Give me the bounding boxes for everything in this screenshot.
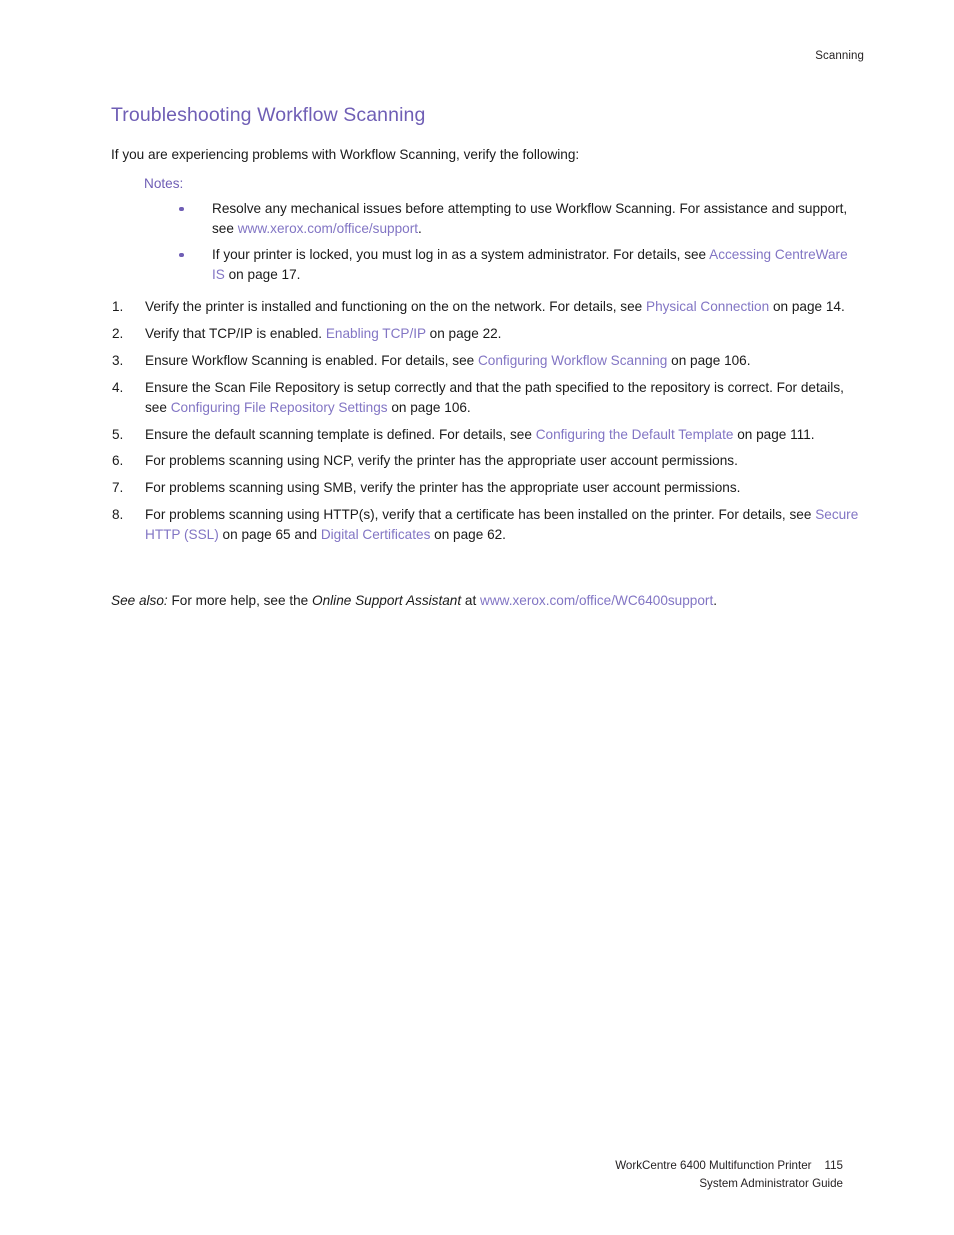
- see-also-paragraph: See also: For more help, see the Online …: [111, 591, 859, 611]
- footer-guide-name: System Administrator Guide: [699, 1177, 843, 1191]
- step-text: For problems scanning using SMB, verify …: [145, 480, 740, 495]
- cross-reference-link[interactable]: www.xerox.com/office/WC6400support: [480, 593, 713, 608]
- body-text: .: [418, 220, 422, 236]
- step-text: Ensure the default scanning template is …: [145, 427, 815, 442]
- document-page: Scanning Troubleshooting Workflow Scanni…: [0, 0, 954, 1235]
- step-number: 5.: [112, 426, 124, 442]
- cross-reference-link[interactable]: Configuring File Repository Settings: [171, 400, 388, 415]
- notes-list: Resolve any mechanical issues before att…: [111, 199, 859, 285]
- cross-reference-link[interactable]: Configuring the Default Template: [536, 427, 734, 442]
- cross-reference-link[interactable]: Digital Certificates: [321, 527, 431, 542]
- step-number: 8.: [112, 507, 124, 523]
- step-text: Ensure Workflow Scanning is enabled. For…: [145, 353, 751, 368]
- body-text: .: [713, 593, 718, 609]
- emphasis-text: See also:: [111, 593, 168, 609]
- emphasis-text: Online Support Assistant: [312, 593, 462, 609]
- body-text: at: [461, 593, 481, 609]
- body-text: on page 106.: [387, 399, 471, 415]
- step-list-item: 1. Verify the printer is installed and fu…: [111, 297, 859, 317]
- cross-reference-link[interactable]: Physical Connection: [646, 299, 769, 314]
- running-header: Scanning: [815, 50, 864, 62]
- body-text: For problems scanning using SMB, verify …: [145, 480, 741, 496]
- step-text: For problems scanning using HTTP(s), ver…: [145, 507, 858, 542]
- troubleshooting-steps-list: 1. Verify the printer is installed and fu…: [111, 297, 859, 546]
- cross-reference-link[interactable]: Configuring Workflow Scanning: [478, 353, 667, 368]
- step-text: Verify that TCP/IP is enabled. Enabling …: [145, 326, 501, 341]
- step-number: 2.: [112, 325, 124, 341]
- body-text: on page 22.: [425, 325, 502, 341]
- body-text: Ensure the default scanning template is …: [145, 426, 536, 442]
- note-text: If your printer is locked, you must log …: [212, 247, 848, 282]
- note-list-item: Resolve any mechanical issues before att…: [111, 199, 859, 239]
- step-list-item: 8. For problems scanning using HTTP(s), v…: [111, 505, 859, 545]
- step-number: 3.: [112, 352, 124, 368]
- step-list-item: 6. For problems scanning using NCP, verif…: [111, 451, 859, 471]
- step-list-item: 4. Ensure the Scan File Repository is set…: [111, 378, 859, 418]
- body-text: For problems scanning using HTTP(s), ver…: [145, 507, 816, 523]
- step-number: 4.: [112, 379, 124, 395]
- step-list-item: 7. For problems scanning using SMB, verif…: [111, 478, 859, 498]
- note-list-item: If your printer is locked, you must log …: [111, 245, 859, 285]
- step-text: Ensure the Scan File Repository is setup…: [145, 380, 844, 415]
- body-text: on page 111.: [733, 426, 815, 442]
- body-text: For problems scanning using NCP, verify …: [145, 453, 738, 469]
- note-text: Resolve any mechanical issues before att…: [212, 201, 847, 236]
- bullet-dot-icon: [179, 252, 184, 258]
- body-text: If your printer is locked, you must log …: [212, 246, 710, 262]
- page-content: Troubleshooting Workflow Scanning If you…: [111, 104, 859, 611]
- body-text: Ensure Workflow Scanning is enabled. For…: [145, 352, 478, 368]
- intro-paragraph: If you are experiencing problems with Wo…: [111, 147, 580, 163]
- step-text: Verify the printer is installed and func…: [145, 299, 845, 314]
- notes-label: Notes:: [144, 176, 184, 192]
- body-text: on page 14.: [769, 298, 845, 314]
- footer-product-name: WorkCentre 6400 Multifunction Printer: [615, 1159, 812, 1173]
- step-list-item: 2. Verify that TCP/IP is enabled. Enablin…: [111, 324, 859, 344]
- step-number: 1.: [112, 298, 124, 314]
- step-number: 6.: [112, 453, 124, 469]
- body-text: on page 17.: [224, 266, 301, 282]
- body-text: Verify that TCP/IP is enabled.: [145, 325, 326, 341]
- body-text: For more help, see the: [167, 593, 313, 609]
- step-list-item: 5. Ensure the default scanning template i…: [111, 425, 859, 445]
- step-list-item: 3. Ensure Workflow Scanning is enabled. F…: [111, 351, 859, 371]
- body-text: on page 106.: [667, 352, 751, 368]
- page-footer: WorkCentre 6400 Multifunction Printer 115…: [615, 1157, 843, 1193]
- body-text: Verify the printer is installed and func…: [145, 298, 646, 314]
- body-text: on page 65 and: [218, 527, 321, 543]
- body-text: on page 62.: [430, 527, 506, 543]
- step-text: For problems scanning using NCP, verify …: [145, 453, 738, 468]
- cross-reference-link[interactable]: www.xerox.com/office/support: [238, 221, 418, 236]
- footer-page-number: 115: [824, 1159, 843, 1173]
- page-title: Troubleshooting Workflow Scanning: [111, 104, 426, 126]
- step-number: 7.: [112, 480, 124, 496]
- bullet-dot-icon: [179, 206, 184, 212]
- cross-reference-link[interactable]: Enabling TCP/IP: [326, 326, 426, 341]
